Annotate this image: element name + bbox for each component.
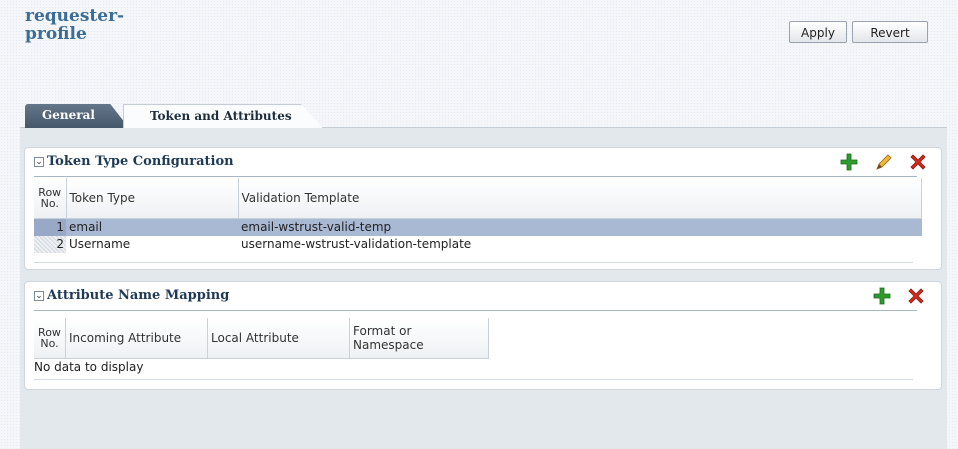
empty-table-message: No data to display bbox=[34, 360, 144, 374]
table-row[interactable]: 2 Username username-wstrust-validation-t… bbox=[34, 235, 922, 253]
revert-button[interactable]: Revert bbox=[852, 21, 928, 43]
add-icon[interactable] bbox=[872, 286, 892, 306]
apply-button[interactable]: Apply bbox=[789, 21, 847, 43]
header-divider bbox=[34, 310, 917, 311]
collapse-icon[interactable]: ⌄ bbox=[34, 291, 44, 301]
row-number: 2 bbox=[34, 235, 66, 253]
column-header-token-type[interactable]: Token Type bbox=[66, 178, 239, 219]
table-bottom-border bbox=[34, 379, 913, 380]
token-type-cell: Username bbox=[69, 236, 131, 251]
attribute-mapping-table: Row No. Incoming Attribute Local Attribut… bbox=[34, 318, 489, 359]
format-label-line2: Namespace bbox=[353, 337, 424, 352]
page-title-line-2: profile bbox=[25, 24, 87, 44]
column-header-format-or-namespace[interactable]: Format or Namespace bbox=[349, 318, 489, 359]
panel-title: Token Type Configuration bbox=[47, 154, 234, 169]
add-icon[interactable] bbox=[839, 152, 859, 172]
validation-template-cell: username-wstrust-validation-template bbox=[241, 236, 472, 251]
row-number: 1 bbox=[34, 218, 66, 236]
format-label-line1: Format or bbox=[353, 323, 412, 338]
delete-icon[interactable] bbox=[906, 286, 926, 306]
panel-title: Attribute Name Mapping bbox=[47, 288, 230, 303]
collapse-icon[interactable]: ⌄ bbox=[34, 157, 44, 167]
column-header-incoming-attribute[interactable]: Incoming Attribute bbox=[65, 318, 208, 359]
column-header-local-attribute[interactable]: Local Attribute bbox=[207, 318, 350, 359]
table-row[interactable]: 1 email email-wstrust-valid-temp bbox=[34, 218, 922, 236]
column-header-row-no[interactable]: Row No. bbox=[34, 318, 66, 359]
token-type-cell: email bbox=[66, 218, 238, 236]
panel-header: ⌄ Attribute Name Mapping bbox=[25, 282, 941, 311]
table-bottom-border bbox=[34, 262, 913, 263]
page-title: requester- profile bbox=[25, 7, 135, 43]
edit-icon[interactable] bbox=[874, 152, 894, 172]
column-header-validation-template[interactable]: Validation Template bbox=[238, 178, 922, 219]
header-divider bbox=[34, 176, 917, 177]
tab-general[interactable]: General bbox=[25, 104, 129, 128]
column-header-row-no[interactable]: Row No. bbox=[34, 178, 67, 219]
attribute-name-mapping-panel: ⌄ Attribute Name Mapping Row No. Incoming… bbox=[24, 281, 942, 390]
delete-icon[interactable] bbox=[908, 152, 928, 172]
tab-token-and-attributes[interactable]: Token and Attributes bbox=[123, 104, 323, 128]
token-type-table: Row No. Token Type Validation Template 1 … bbox=[34, 178, 922, 253]
token-type-configuration-panel: ⌄ Token Type Configuration Row No. Token … bbox=[24, 147, 942, 270]
page-title-line-1: requester- bbox=[25, 6, 125, 26]
validation-template-cell: email-wstrust-valid-temp bbox=[238, 218, 922, 236]
panel-header: ⌄ Token Type Configuration bbox=[25, 148, 941, 177]
